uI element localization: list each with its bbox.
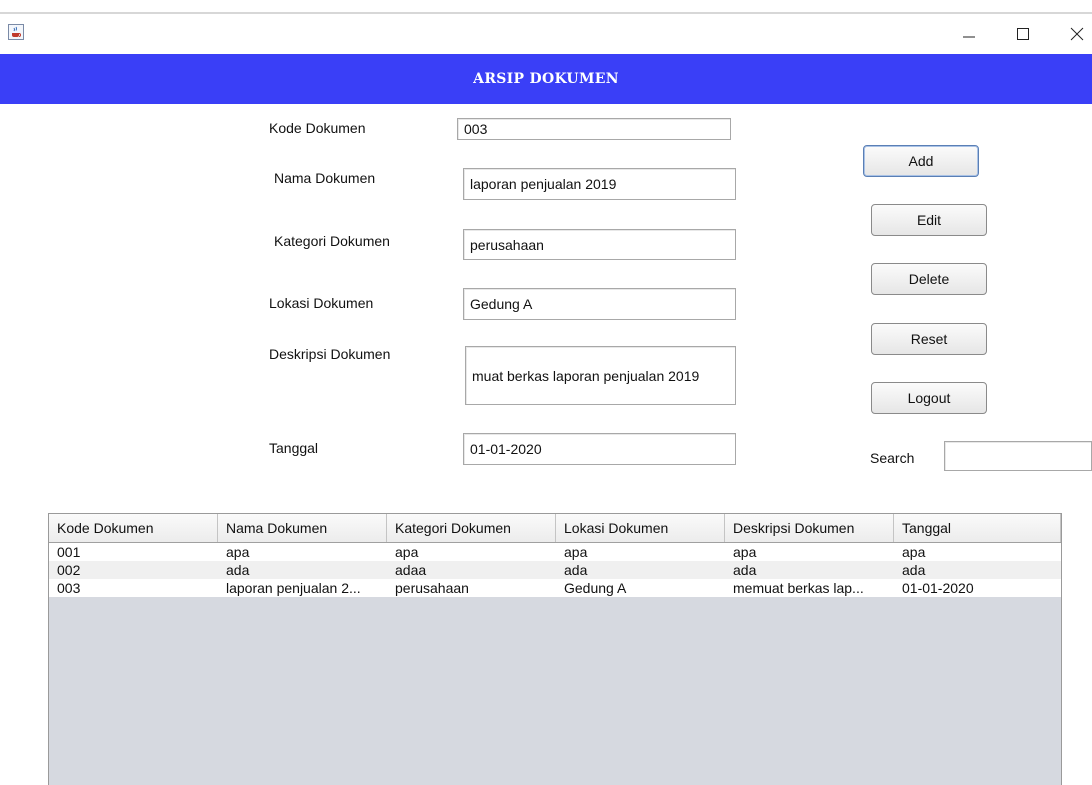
kategori-dokumen-label: Kategori Dokumen <box>274 233 390 249</box>
logout-button[interactable]: Logout <box>871 382 987 414</box>
column-header-lokasi[interactable]: Lokasi Dokumen <box>556 514 725 542</box>
header-banner: ARSIP DOKUMEN <box>0 54 1092 104</box>
table-cell: ada <box>226 562 250 578</box>
add-button[interactable]: Add <box>863 145 979 177</box>
deskripsi-dokumen-textarea[interactable]: muat berkas laporan penjualan 2019 <box>465 346 736 405</box>
table-row[interactable]: 003 laporan penjualan 2... perusahaan Ge… <box>49 579 1061 597</box>
table-cell: ada <box>733 562 757 578</box>
maximize-icon <box>1017 28 1029 40</box>
lokasi-dokumen-label: Lokasi Dokumen <box>269 295 374 311</box>
tanggal-input[interactable] <box>463 433 736 465</box>
nama-dokumen-label: Nama Dokumen <box>274 170 376 186</box>
deskripsi-dokumen-label: Deskripsi Dokumen <box>269 346 391 362</box>
kode-dokumen-label: Kode Dokumen <box>269 120 366 136</box>
table-row[interactable]: 002 ada adaa ada ada ada <box>49 561 1061 579</box>
table-cell: apa <box>733 544 757 560</box>
table-header: Kode Dokumen Nama Dokumen Kategori Dokum… <box>49 514 1061 543</box>
minimize-icon <box>963 36 975 38</box>
table-cell: 001 <box>57 544 81 560</box>
page-title: ARSIP DOKUMEN <box>473 71 619 87</box>
table-cell: ada <box>902 562 926 578</box>
search-label: Search <box>870 450 915 466</box>
table-cell: apa <box>226 544 250 560</box>
java-coffee-icon <box>8 24 24 40</box>
nama-dokumen-input[interactable] <box>463 168 736 200</box>
table-cell: adaa <box>395 562 427 578</box>
column-header-deskripsi[interactable]: Deskripsi Dokumen <box>725 514 894 542</box>
documents-table[interactable]: Kode Dokumen Nama Dokumen Kategori Dokum… <box>48 513 1062 785</box>
table-cell: memuat berkas lap... <box>733 580 864 596</box>
column-header-nama[interactable]: Nama Dokumen <box>218 514 387 542</box>
table-cell: perusahaan <box>395 580 469 596</box>
column-header-tanggal[interactable]: Tanggal <box>894 514 1061 542</box>
edit-button[interactable]: Edit <box>871 204 987 236</box>
table-cell: apa <box>395 544 419 560</box>
close-icon <box>1070 27 1084 41</box>
table-row[interactable]: 001 apa apa apa apa apa <box>49 543 1061 561</box>
window-top-edge <box>0 0 1092 14</box>
table-cell: apa <box>902 544 926 560</box>
table-cell: ada <box>564 562 588 578</box>
table-cell: laporan penjualan 2... <box>226 580 361 596</box>
maximize-button[interactable] <box>1000 14 1046 54</box>
lokasi-dokumen-input[interactable] <box>463 288 736 320</box>
tanggal-label: Tanggal <box>269 440 319 456</box>
table-cell: Gedung A <box>564 580 627 596</box>
deskripsi-dokumen-value: muat berkas laporan penjualan 2019 <box>472 367 700 384</box>
kategori-dokumen-input[interactable] <box>463 229 736 260</box>
reset-button[interactable]: Reset <box>871 323 987 355</box>
close-button[interactable] <box>1054 14 1092 54</box>
column-header-kategori[interactable]: Kategori Dokumen <box>387 514 556 542</box>
delete-button[interactable]: Delete <box>871 263 987 295</box>
table-cell: apa <box>564 544 588 560</box>
table-cell: 01-01-2020 <box>902 580 974 596</box>
minimize-button[interactable] <box>946 14 992 54</box>
table-cell: 002 <box>57 562 81 578</box>
table-cell: 003 <box>57 580 81 596</box>
window-titlebar[interactable] <box>0 14 1092 54</box>
search-input[interactable] <box>944 441 1092 471</box>
column-header-kode[interactable]: Kode Dokumen <box>49 514 218 542</box>
kode-dokumen-input[interactable] <box>457 118 731 140</box>
